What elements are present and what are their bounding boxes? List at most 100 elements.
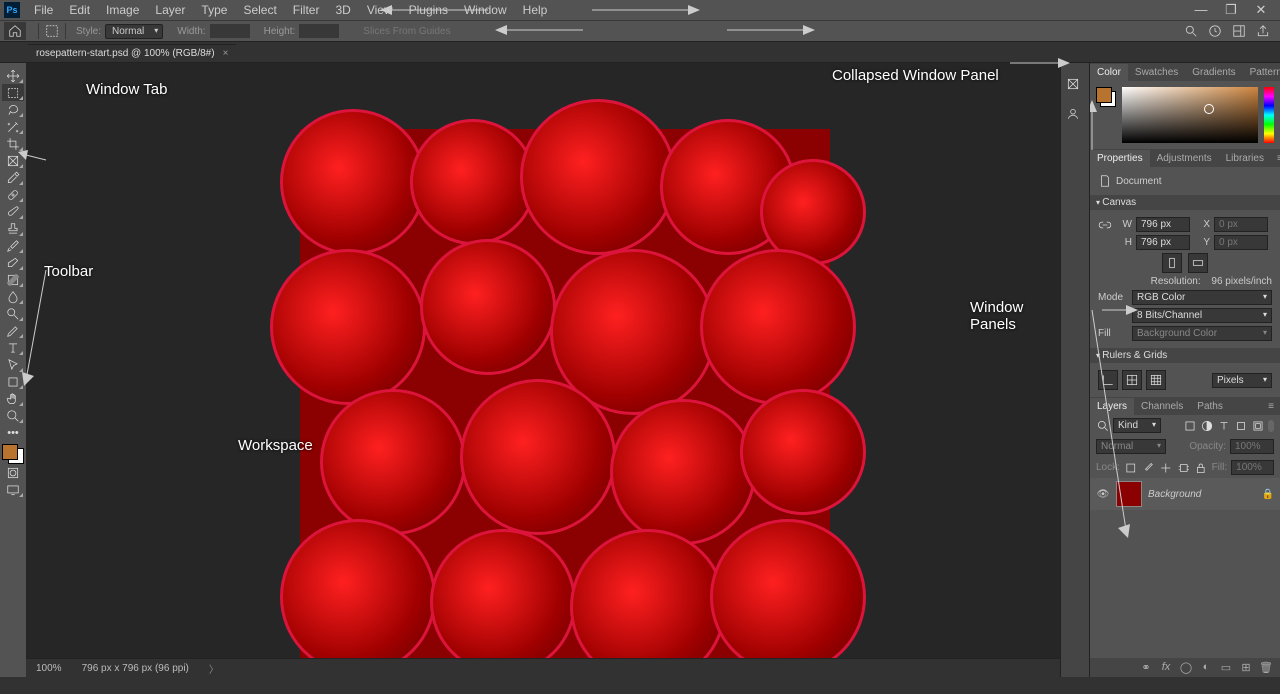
status-dims: 796 px x 796 px (96 ppi) <box>82 663 189 674</box>
layer-mask-icon[interactable]: ◯ <box>1178 661 1194 674</box>
screenmode-tool[interactable] <box>2 481 24 498</box>
hue-slider[interactable] <box>1264 87 1274 143</box>
fill-opacity-label: Fill: <box>1212 462 1228 473</box>
document-canvas[interactable] <box>300 129 830 659</box>
layers-panel-menu[interactable]: ≡ <box>1262 398 1280 415</box>
tab-swatches[interactable]: Swatches <box>1128 64 1185 81</box>
tab-libraries[interactable]: Libraries <box>1219 150 1271 167</box>
tab-gradients[interactable]: Gradients <box>1185 64 1242 81</box>
layer-new-icon[interactable]: ⊞ <box>1238 661 1254 674</box>
quickmask-tool[interactable] <box>2 464 24 481</box>
opacity-field[interactable]: 100% <box>1230 439 1274 454</box>
layer-group-icon[interactable]: ▭ <box>1218 661 1234 674</box>
move-tool[interactable] <box>2 67 24 84</box>
lock-all-icon[interactable] <box>1194 461 1208 475</box>
layer-name[interactable]: Background <box>1148 489 1201 500</box>
color-swatches[interactable] <box>2 444 24 464</box>
filter-toggle[interactable] <box>1268 420 1274 432</box>
menu-file[interactable]: File <box>26 1 61 19</box>
window-minimize[interactable]: — <box>1186 2 1216 18</box>
lock-artboard-icon[interactable] <box>1177 461 1191 475</box>
layers-footer: ⚭ fx ◯ ◐ ▭ ⊞ 🗑 <box>1090 658 1280 677</box>
style-select[interactable]: Normal <box>105 24 163 39</box>
filter-pixel-icon[interactable] <box>1183 419 1197 433</box>
close-tab-icon[interactable]: × <box>223 48 229 59</box>
orientation-portrait[interactable] <box>1162 253 1182 273</box>
style-label: Style: <box>76 26 101 37</box>
x-field: 0 px <box>1214 217 1268 232</box>
status-bar: 100% 796 px x 796 px (96 ppi) 〉 <box>26 658 1060 677</box>
edit-toolbar[interactable]: ••• <box>2 424 24 441</box>
workspace[interactable]: Menu Bar Tool Options Bar Window Tab Too… <box>26 63 1060 677</box>
annot-workspace: Workspace <box>238 437 313 454</box>
zoom-tool[interactable] <box>2 407 24 424</box>
color-picker[interactable] <box>1122 87 1258 143</box>
opacity-label: Opacity: <box>1189 441 1226 452</box>
rulers-unit-select[interactable]: Pixels <box>1212 373 1272 388</box>
fill-select[interactable]: Background Color <box>1132 326 1272 341</box>
menu-image[interactable]: Image <box>98 1 147 19</box>
width-input[interactable] <box>210 24 250 38</box>
status-zoom[interactable]: 100% <box>36 663 62 674</box>
home-button[interactable] <box>4 22 26 40</box>
tool-options-bar: Style: Normal Width: Height: Slices From… <box>0 20 1280 42</box>
workspace-icon[interactable] <box>1232 24 1246 38</box>
window-restore[interactable]: ❐ <box>1216 2 1246 18</box>
orientation-landscape[interactable] <box>1188 253 1208 273</box>
layer-fx-icon[interactable]: fx <box>1158 661 1174 674</box>
tab-channels[interactable]: Channels <box>1134 398 1190 415</box>
x-label: X <box>1194 219 1210 230</box>
tab-adjustments[interactable]: Adjustments <box>1150 150 1219 167</box>
depth-select[interactable]: 8 Bits/Channel <box>1132 308 1272 323</box>
mode-select[interactable]: RGB Color <box>1132 290 1272 305</box>
fill-opacity-field[interactable]: 100% <box>1231 460 1274 475</box>
tab-color[interactable]: Color <box>1090 64 1128 81</box>
hand-tool[interactable] <box>2 390 24 407</box>
height-field[interactable]: 796 px <box>1136 235 1190 250</box>
app-logo: Ps <box>4 2 20 18</box>
document-tab[interactable]: rosepattern-start.psd @ 100% (RGB/8#) × <box>28 44 236 62</box>
properties-panel-menu[interactable]: ≡ <box>1271 150 1280 167</box>
width-label: Width: <box>177 26 205 37</box>
res-value: 96 pixels/inch <box>1211 276 1272 287</box>
search-icon[interactable] <box>1184 24 1198 38</box>
tab-paths[interactable]: Paths <box>1190 398 1230 415</box>
ruler-btn-3[interactable] <box>1146 370 1166 390</box>
layer-delete-icon[interactable]: 🗑 <box>1258 661 1274 674</box>
layer-adjust-icon[interactable]: ◐ <box>1198 661 1214 674</box>
wand-tool[interactable] <box>2 118 24 135</box>
lock-brush-icon[interactable] <box>1141 461 1155 475</box>
menu-help[interactable]: Help <box>515 1 556 19</box>
layer-lock-icon[interactable]: 🔒 <box>1262 489 1274 500</box>
history-icon[interactable] <box>1208 24 1222 38</box>
filter-shape-icon[interactable] <box>1234 419 1248 433</box>
slices-button[interactable]: Slices From Guides <box>363 26 450 37</box>
filter-smart-icon[interactable] <box>1251 419 1265 433</box>
res-label: Resolution: <box>1151 276 1201 287</box>
menu-type[interactable]: Type <box>193 1 235 19</box>
share-icon[interactable] <box>1256 24 1270 38</box>
menu-edit[interactable]: Edit <box>61 1 98 19</box>
width-field[interactable]: 796 px <box>1136 217 1190 232</box>
link-layers-icon[interactable]: ⚭ <box>1138 661 1154 674</box>
document-tab-bar: rosepattern-start.psd @ 100% (RGB/8#) × <box>0 42 1280 63</box>
window-close[interactable]: ✕ <box>1246 2 1276 18</box>
menu-3d[interactable]: 3D <box>327 1 358 19</box>
filter-type-icon[interactable] <box>1217 419 1231 433</box>
height-label: Height: <box>264 26 296 37</box>
y-label: Y <box>1194 237 1210 248</box>
collapsed-panel-icon-1[interactable] <box>1066 77 1084 95</box>
lasso-tool[interactable] <box>2 101 24 118</box>
marquee-tool[interactable] <box>2 84 24 101</box>
menu-layer[interactable]: Layer <box>147 1 193 19</box>
tab-patterns[interactable]: Patterns <box>1243 64 1280 81</box>
menu-select[interactable]: Select <box>235 1 284 19</box>
y-field: 0 px <box>1214 235 1268 250</box>
filter-adjust-icon[interactable] <box>1200 419 1214 433</box>
collapsed-panel-icon-2[interactable] <box>1066 107 1084 125</box>
height-input[interactable] <box>299 24 339 38</box>
lock-move-icon[interactable] <box>1159 461 1173 475</box>
annot-windowtab: Window Tab <box>86 81 167 98</box>
menu-filter[interactable]: Filter <box>285 1 328 19</box>
annot-collapsed: Collapsed Window Panel <box>832 67 999 84</box>
